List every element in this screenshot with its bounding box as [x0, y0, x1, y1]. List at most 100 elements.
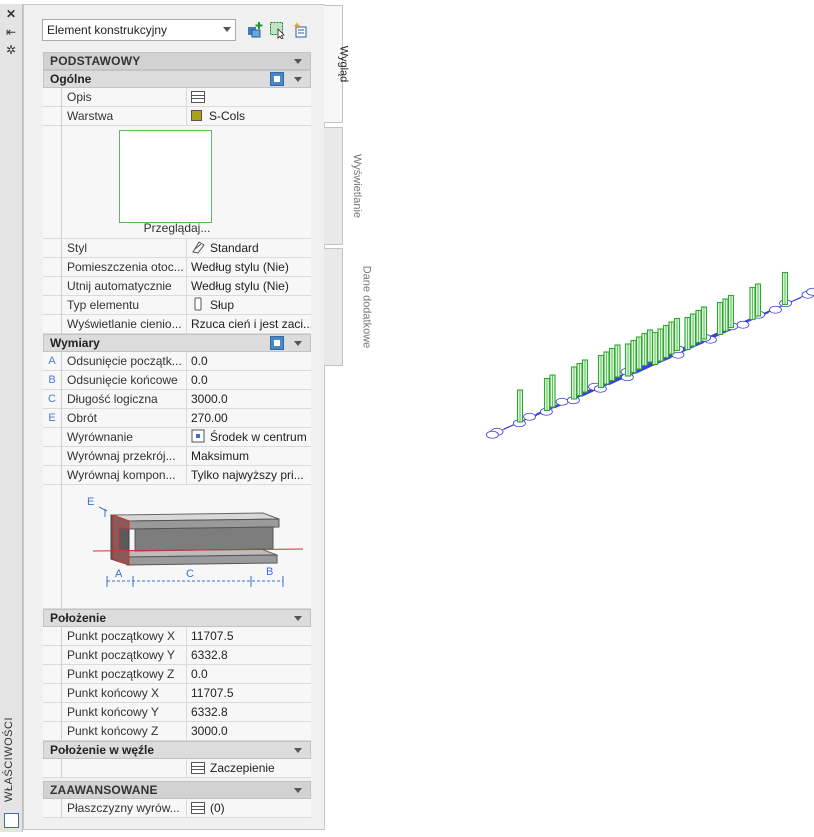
property-value[interactable]: 0.0	[186, 352, 311, 370]
ogolne-row[interactable]: Styl Standard	[43, 239, 311, 258]
property-row-zaczepienie[interactable]: Zaczepienie	[43, 759, 311, 778]
category-polozenie[interactable]: Położenie	[43, 609, 311, 627]
wymiary-row[interactable]: Wyrównaj przekrój... Maksimum	[43, 447, 311, 466]
property-value[interactable]: 3000.0	[186, 390, 311, 408]
structural-column[interactable]	[684, 316, 691, 351]
property-value[interactable]: Według stylu (Nie)	[186, 258, 311, 276]
table-icon[interactable]	[191, 762, 205, 774]
property-value[interactable]: Słup	[186, 296, 311, 314]
select-objects-icon[interactable]	[269, 21, 287, 39]
property-row-warstwa[interactable]: Warstwa S-Cols	[43, 107, 311, 126]
wymiary-row[interactable]: B Odsunięcie końcowe 0.0	[43, 371, 311, 390]
structural-column[interactable]	[597, 354, 605, 389]
tab-wyglad[interactable]: Wygląd	[324, 5, 349, 123]
ogolne-row[interactable]: Wyświetlanie cienio... Rzuca cień i jest …	[43, 315, 311, 334]
category-ogolne[interactable]: Ogólne	[43, 70, 311, 88]
property-value[interactable]: 0.0	[186, 371, 311, 389]
add-object-icon[interactable]	[246, 21, 264, 39]
structural-column[interactable]	[700, 306, 708, 340]
property-value[interactable]: 6332.8	[186, 646, 311, 664]
structural-column[interactable]	[727, 294, 735, 329]
property-value[interactable]: 3000.0	[186, 722, 311, 740]
tab-dane-dodatkowe[interactable]: Dane dodatkowe	[324, 248, 372, 366]
structural-column[interactable]	[576, 362, 583, 397]
structural-column[interactable]	[549, 374, 556, 408]
polozenie-row[interactable]: Punkt początkowy X 11707.5	[43, 627, 311, 646]
structural-column[interactable]	[646, 329, 654, 363]
zaawansowane-row[interactable]: Płaszczyzny wyrów... (0)	[43, 799, 311, 818]
property-row-opis[interactable]: Opis	[43, 88, 311, 107]
structural-column[interactable]	[624, 343, 632, 377]
property-value[interactable]	[186, 88, 311, 106]
category-options-icon[interactable]	[270, 72, 284, 86]
ogolne-row[interactable]: Pomieszczenia otoc... Według stylu (Nie)	[43, 258, 311, 277]
wymiary-row[interactable]: E Obrót 270.00	[43, 409, 311, 428]
table-icon[interactable]	[191, 91, 205, 103]
property-value[interactable]: 11707.5	[186, 627, 311, 645]
structural-column[interactable]	[749, 286, 756, 321]
category-zaawansowane[interactable]: ZAAWANSOWANE	[43, 781, 311, 799]
polozenie-row[interactable]: Punkt końcowy X 11707.5	[43, 684, 311, 703]
chevron-down-icon[interactable]	[294, 341, 302, 346]
wymiary-row[interactable]: A Odsunięcie początk... 0.0	[43, 352, 311, 371]
structural-column[interactable]	[781, 271, 789, 306]
property-value[interactable]: 270.00	[186, 409, 311, 427]
property-value[interactable]: S-Cols	[186, 107, 311, 125]
property-value[interactable]: Rzuca cień i jest zaci...	[186, 315, 311, 333]
property-value[interactable]: 11707.5	[186, 684, 311, 702]
structural-column[interactable]	[543, 377, 551, 412]
category-wymiary[interactable]: Wymiary	[43, 334, 311, 352]
chevron-down-icon[interactable]	[294, 788, 302, 793]
table-icon[interactable]	[191, 802, 205, 814]
chevron-down-icon[interactable]	[294, 77, 302, 82]
structural-column[interactable]	[570, 366, 578, 400]
property-value[interactable]: Według stylu (Nie)	[186, 277, 311, 295]
structural-column[interactable]	[657, 328, 664, 362]
wymiary-row[interactable]: Wyrównanie Środek w centrum	[43, 428, 311, 447]
property-value[interactable]: Standard	[186, 239, 311, 257]
structural-column[interactable]	[603, 351, 610, 385]
polozenie-row[interactable]: Punkt końcowy Z 3000.0	[43, 722, 311, 741]
model-viewport[interactable]	[345, 140, 814, 440]
category-polozenie-w-wezle[interactable]: Położenie w węźle	[43, 741, 311, 759]
wymiary-row[interactable]: C Długość logiczna 3000.0	[43, 390, 311, 409]
property-value[interactable]: Środek w centrum	[186, 428, 311, 446]
category-podstawowy[interactable]: PODSTAWOWY	[43, 52, 311, 70]
structural-column[interactable]	[662, 324, 670, 359]
quick-select-icon[interactable]	[292, 21, 310, 39]
structural-column[interactable]	[716, 301, 724, 336]
structural-column[interactable]	[689, 313, 697, 347]
structural-column[interactable]	[516, 389, 524, 423]
structural-column[interactable]	[608, 347, 616, 382]
chevron-down-icon[interactable]	[294, 616, 302, 621]
property-value[interactable]: 6332.8	[186, 703, 311, 721]
category-options-icon[interactable]	[270, 336, 284, 350]
property-value[interactable]: Zaczepienie	[186, 759, 311, 777]
polozenie-row[interactable]: Punkt końcowy Y 6332.8	[43, 703, 311, 722]
settings-icon[interactable]: ✲	[5, 44, 17, 56]
structural-column[interactable]	[641, 332, 648, 367]
ogolne-row[interactable]: Typ elementu Słup	[43, 296, 311, 315]
chevron-down-icon[interactable]	[294, 748, 302, 753]
chevron-down-icon[interactable]	[294, 59, 302, 64]
palette-menu-icon[interactable]	[4, 813, 19, 828]
property-value[interactable]: 0.0	[186, 665, 311, 683]
structural-column[interactable]	[630, 339, 637, 374]
structural-column[interactable]	[722, 298, 729, 332]
ogolne-row[interactable]: Utnij automatycznie Według stylu (Nie)	[43, 277, 311, 296]
property-value[interactable]: Tylko najwyższy pri...	[186, 466, 311, 484]
browse-preview-link[interactable]: Przeglądaj...	[43, 221, 311, 235]
structural-column[interactable]	[614, 344, 621, 378]
property-value[interactable]: (0)	[186, 799, 311, 817]
object-type-dropdown[interactable]: Element konstrukcyjny	[42, 19, 236, 41]
structural-column[interactable]	[754, 283, 762, 317]
tab-wyswietlanie[interactable]: Wyświetlanie	[324, 127, 363, 245]
polozenie-row[interactable]: Punkt początkowy Z 0.0	[43, 665, 311, 684]
auto-hide-icon[interactable]: ⇤	[5, 26, 17, 38]
property-value[interactable]: Maksimum	[186, 447, 311, 465]
structural-column[interactable]	[673, 317, 681, 352]
structural-column[interactable]	[635, 336, 643, 370]
close-icon[interactable]: ✕	[5, 8, 17, 20]
structural-column[interactable]	[695, 309, 702, 344]
structural-column[interactable]	[651, 331, 659, 366]
